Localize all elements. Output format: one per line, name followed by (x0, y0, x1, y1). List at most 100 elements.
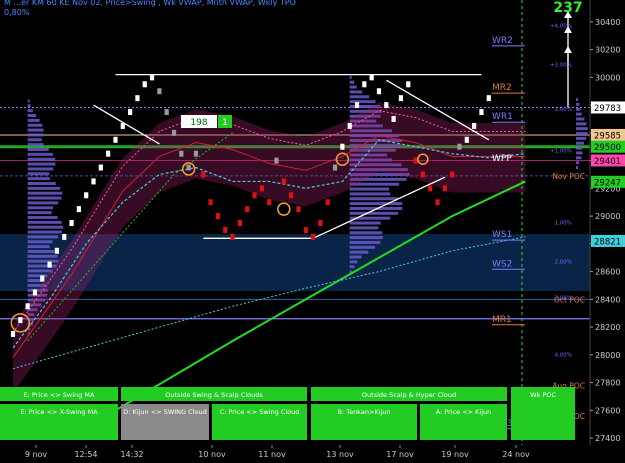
percent-label: 4,00% (555, 352, 572, 358)
volume-profile-bar (576, 146, 583, 150)
percent-label: 2,00% (555, 259, 572, 265)
volume-profile-bar (27, 254, 58, 258)
bear-box (428, 185, 433, 192)
pivot-label: Nov POC (552, 172, 585, 181)
volume-profile-bar (27, 269, 53, 273)
bear-box (413, 157, 418, 164)
volume-profile-bar (349, 226, 379, 230)
y-tick-label: 28400 (595, 295, 620, 304)
bear-box (450, 171, 455, 178)
indicator-button-label: E: Price <> X-Swing MA (20, 408, 98, 416)
bear-box (318, 220, 323, 227)
volume-profile-bar (27, 152, 53, 156)
bull-box (340, 143, 345, 150)
price-chart: 1981WR2MR2WR1WPPWS1WS2Oct POCMR1WS3Nov P… (0, 0, 625, 463)
grey-box (457, 143, 462, 150)
volume-profile-bar (27, 128, 44, 132)
volume-profile-bar (27, 206, 53, 210)
bull-box (384, 102, 389, 109)
volume-profile-bar (27, 211, 52, 215)
volume-profile-bar (349, 211, 398, 215)
pivot-label: WR2 (492, 36, 513, 46)
x-tick-label: 9 nov (25, 450, 48, 459)
percent-label: +1,00% (550, 149, 572, 155)
volume-profile-bar (349, 85, 357, 89)
bull-box (54, 247, 60, 254)
y-tick-label: 28000 (595, 351, 620, 360)
chart-title: M ...er KM 60 KE Nov 02, Price>Swing , W… (4, 0, 296, 7)
volume-profile-bar (27, 167, 54, 171)
grey-box (164, 109, 169, 116)
pivot-label: MR2 (492, 83, 512, 93)
volume-profile-bar (576, 112, 582, 116)
percent-label: +4,00% (550, 24, 572, 30)
volume-profile-bar (349, 236, 383, 240)
y-tick-label: 30400 (595, 18, 620, 27)
indicator-button-label: Outside Scalp & Hyper Cloud (362, 391, 456, 399)
price-tag-label: 29585 (594, 131, 621, 141)
volume-profile-bar (349, 95, 370, 99)
volume-profile-bar (27, 114, 37, 118)
percent-label: 3,00% (555, 296, 572, 302)
volume-profile-bar (27, 196, 62, 200)
bull-box (486, 95, 491, 102)
volume-profile-bar (27, 99, 30, 103)
bull-box (106, 150, 111, 157)
price-tag-label: 29401 (594, 157, 621, 167)
bear-box (223, 226, 228, 233)
price-tag-label: 28821 (594, 237, 621, 247)
bull-box (120, 122, 125, 129)
volume-profile-bar (27, 148, 49, 152)
bear-box (303, 226, 308, 233)
volume-profile-bar (27, 181, 56, 185)
volume-profile-bar (27, 235, 59, 239)
bull-box (479, 109, 484, 116)
bear-box (325, 199, 330, 206)
y-tick-label: 27800 (595, 379, 620, 388)
price-tag-label: 29500 (594, 143, 621, 153)
volume-profile-bar (27, 157, 56, 161)
volume-profile-bar (576, 117, 585, 121)
bear-box (281, 178, 286, 185)
volume-profile-bar (576, 141, 584, 145)
pivot-label: WS2 (492, 259, 512, 269)
bull-box (142, 81, 147, 88)
bull-box (128, 109, 133, 116)
bear-box (259, 185, 264, 192)
volume-profile-bar (349, 90, 363, 94)
volume-profile-bar (27, 249, 55, 253)
x-tick-label: 13 nov (326, 450, 354, 459)
volume-profile-bar (27, 225, 64, 229)
x-tick-label: 17 nov (386, 450, 414, 459)
bull-box (40, 275, 45, 282)
bull-box (398, 95, 404, 102)
bull-box (354, 102, 360, 109)
volume-profile-bar (349, 245, 376, 249)
volume-profile-bar (349, 250, 369, 254)
bull-box (47, 261, 52, 268)
grey-box (171, 129, 177, 136)
percent-label: +3,00% (550, 62, 572, 68)
volume-profile-bar (349, 240, 381, 244)
bull-box (135, 95, 140, 102)
box-tag-value: 1 (222, 118, 228, 128)
volume-profile-bar (27, 138, 42, 142)
volume-profile-bar (349, 80, 355, 84)
volume-profile-bar (27, 104, 31, 108)
pivot-label: MR1 (492, 315, 512, 325)
volume-profile-bar (27, 177, 50, 181)
volume-profile-bar (349, 192, 391, 196)
x-tick-label: 24 nov (502, 450, 530, 459)
price-tag-label: 29247 (594, 178, 621, 188)
bull-box (25, 303, 30, 310)
bear-box (442, 185, 447, 192)
volume-profile-bar (576, 107, 581, 111)
bull-box (62, 233, 67, 240)
x-tick-label: 10 nov (198, 450, 226, 459)
y-tick-label: 27400 (595, 434, 620, 443)
x-tick-label: 12:54 (74, 450, 97, 459)
bear-box (245, 206, 250, 213)
bull-box (376, 88, 382, 95)
volume-profile-bar (27, 143, 44, 147)
indicator-button-label: C: Price <> Swing Cloud (220, 408, 300, 416)
